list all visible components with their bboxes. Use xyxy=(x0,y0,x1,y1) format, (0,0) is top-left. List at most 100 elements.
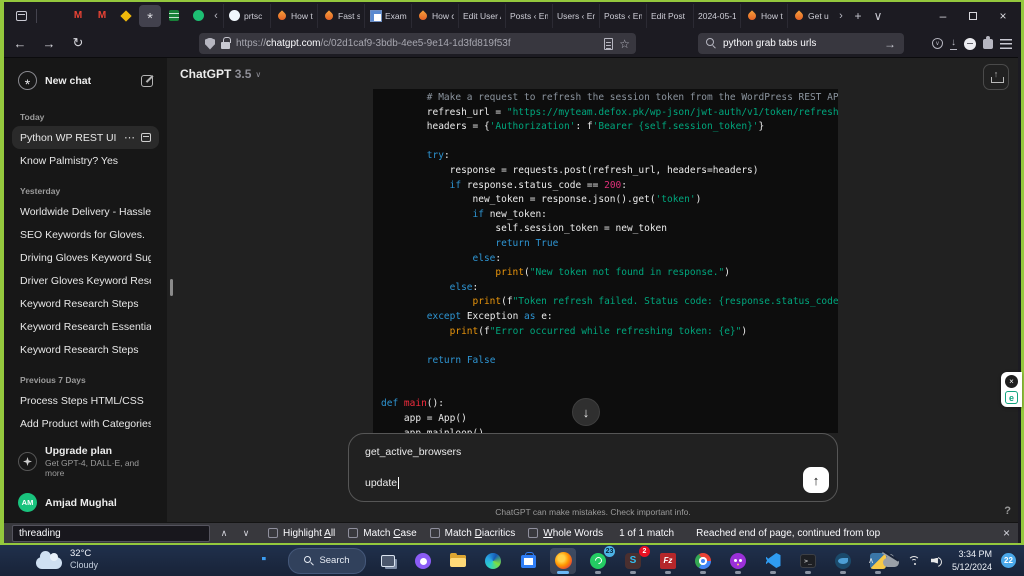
taskbar-whatsapp-icon[interactable]: 23 xyxy=(585,548,611,574)
forward-button[interactable]: → xyxy=(36,32,62,54)
conversation-item[interactable]: Python WP REST UI⋯ xyxy=(12,126,159,149)
find-option-a[interactable]: Highlight All xyxy=(268,528,335,539)
menu-hamburger-icon[interactable] xyxy=(1000,39,1012,49)
pinned-tab-green-app[interactable] xyxy=(187,5,209,27)
tracking-protection-shield-icon[interactable] xyxy=(205,38,215,50)
help-button[interactable]: ? xyxy=(1004,505,1011,517)
tab-scroll-right-button[interactable]: › xyxy=(834,10,848,22)
browser-tab-10[interactable]: Edit Post xyxy=(646,4,693,28)
notification-count-badge[interactable]: 22 xyxy=(1001,553,1016,568)
checkbox[interactable] xyxy=(268,528,278,538)
scroll-to-bottom-button[interactable]: ↓ xyxy=(572,398,600,426)
taskbar-chrome-icon[interactable] xyxy=(690,548,716,574)
pinned-tab-gmail[interactable] xyxy=(91,5,113,27)
taskbar-edge-icon[interactable] xyxy=(480,548,506,574)
user-menu[interactable]: AM Amjad Mughal xyxy=(12,487,159,518)
browser-tab-13[interactable]: Get u xyxy=(787,4,834,28)
archive-icon[interactable] xyxy=(141,133,151,142)
weather-widget[interactable]: 32°C Cloudy xyxy=(36,548,98,571)
browser-tab-5[interactable]: How c xyxy=(411,4,458,28)
pocket-icon[interactable]: ∨ xyxy=(932,38,943,49)
taskbar-purple-app-icon[interactable] xyxy=(725,548,751,574)
taskbar-chat-icon[interactable] xyxy=(410,548,436,574)
conversation-item[interactable]: Know Palmistry? Yes xyxy=(12,149,159,172)
volume-icon[interactable] xyxy=(931,556,943,566)
find-option-c[interactable]: Match Case xyxy=(348,528,416,539)
search-bar[interactable]: → xyxy=(698,33,904,54)
taskbar-start-icon[interactable] xyxy=(253,548,279,574)
tab-scroll-left-button[interactable]: ‹ xyxy=(209,10,223,22)
close-button[interactable]: × xyxy=(988,2,1018,29)
compose-icon[interactable] xyxy=(141,75,153,87)
kebab-menu-icon[interactable]: ⋯ xyxy=(124,131,135,144)
checkbox[interactable] xyxy=(528,528,538,538)
find-option-w[interactable]: Whole Words xyxy=(528,528,603,539)
taskbar-search-box[interactable]: Search xyxy=(288,548,366,574)
downloads-icon[interactable]: ↓ xyxy=(950,38,957,50)
taskbar-task-view-icon[interactable] xyxy=(375,548,401,574)
new-chat-button[interactable]: * New chat xyxy=(12,66,159,95)
widget-close-icon[interactable]: × xyxy=(1005,375,1018,388)
search-input[interactable] xyxy=(723,38,878,49)
conversation-item[interactable]: Process Steps HTML/CSS xyxy=(12,389,159,412)
code-block[interactable]: # Make a request to refresh the session … xyxy=(373,89,838,433)
clock[interactable]: 3:34 PM 5/12/2024 xyxy=(952,548,992,572)
taskbar-firefox-icon[interactable] xyxy=(550,548,576,574)
new-tab-button[interactable]: + xyxy=(848,9,868,23)
tab-list-dropdown-button[interactable]: ∨ xyxy=(868,9,888,23)
browser-tab-1[interactable]: prtsc xyxy=(223,4,270,28)
reader-mode-icon[interactable] xyxy=(604,38,613,50)
minimize-button[interactable]: – xyxy=(928,2,958,29)
conversation-item[interactable]: Keyword Research Steps xyxy=(12,338,159,361)
browser-tab-7[interactable]: Posts ‹ Em xyxy=(505,4,552,28)
checkbox[interactable] xyxy=(348,528,358,538)
url-bar[interactable]: https://chatgpt.com/c/02d1caf9-3bdb-4ee5… xyxy=(199,33,636,54)
reload-button[interactable]: ↻ xyxy=(65,32,91,54)
checkbox[interactable] xyxy=(430,528,440,538)
taskbar-explorer-icon[interactable] xyxy=(445,548,471,574)
maximize-button[interactable] xyxy=(958,2,988,29)
taskbar-vscode-icon[interactable] xyxy=(760,548,786,574)
conversation-item[interactable]: Driver Gloves Keyword Research xyxy=(12,269,159,292)
conversation-item[interactable]: Add Product with Categories xyxy=(12,412,159,435)
find-next-button[interactable]: ∨ xyxy=(238,528,254,539)
browser-tab-3[interactable]: Fast s xyxy=(317,4,364,28)
wifi-icon[interactable] xyxy=(908,556,922,566)
conversation-item[interactable]: Driving Gloves Keyword Suggestions xyxy=(12,246,159,269)
conversation-item[interactable]: Keyword Research Steps xyxy=(12,292,159,315)
https-lock-icon[interactable] xyxy=(221,42,230,49)
taskbar-filezilla-icon[interactable] xyxy=(655,548,681,574)
firefox-view-button[interactable] xyxy=(10,6,32,26)
model-selector[interactable]: ChatGPT 3.5 ∨ xyxy=(180,67,261,81)
search-go-arrow[interactable]: → xyxy=(884,37,896,51)
conversation-item[interactable]: Worldwide Delivery - Hassle-free! xyxy=(12,200,159,223)
browser-tab-9[interactable]: Posts ‹ Em xyxy=(599,4,646,28)
browser-tab-12[interactable]: How t xyxy=(740,4,787,28)
browser-tab-6[interactable]: Edit User A xyxy=(458,4,505,28)
find-option-d[interactable]: Match Diacritics xyxy=(430,528,516,539)
conversation-item[interactable]: SEO Keywords for Gloves. xyxy=(12,223,159,246)
tray-chevron-icon[interactable]: ∧ xyxy=(868,556,874,565)
extension-e-icon[interactable]: e xyxy=(1005,391,1018,404)
browser-tab-11[interactable]: 2024-05-1 xyxy=(693,4,740,28)
find-input[interactable] xyxy=(12,525,210,542)
browser-tab-8[interactable]: Users ‹ Em xyxy=(552,4,599,28)
back-button[interactable]: ← xyxy=(7,32,33,54)
sidebar-scrollbar-thumb[interactable] xyxy=(170,279,173,296)
share-button[interactable]: ↑ xyxy=(983,64,1009,90)
send-button[interactable]: ↑ xyxy=(803,467,829,493)
upgrade-plan-button[interactable]: Upgrade plan Get GPT-4, DALL·E, and more xyxy=(12,440,159,483)
pinned-tab-binance[interactable] xyxy=(115,5,137,27)
taskbar-thunderbird-icon[interactable] xyxy=(830,548,856,574)
adblocker-extension-icon[interactable] xyxy=(964,38,976,50)
pinned-tab-gmail[interactable] xyxy=(67,5,89,27)
taskbar-store-icon[interactable] xyxy=(515,548,541,574)
find-previous-button[interactable]: ∧ xyxy=(216,528,232,539)
bookmark-star-icon[interactable]: ☆ xyxy=(619,38,630,50)
taskbar-skype-icon[interactable]: 2 xyxy=(620,548,646,574)
browser-tab-4[interactable]: Exam xyxy=(364,4,411,28)
pinned-tab-sheets[interactable] xyxy=(163,5,185,27)
extensions-puzzle-icon[interactable] xyxy=(983,39,993,49)
onedrive-icon[interactable] xyxy=(883,558,899,567)
find-close-button[interactable]: × xyxy=(1003,526,1010,540)
